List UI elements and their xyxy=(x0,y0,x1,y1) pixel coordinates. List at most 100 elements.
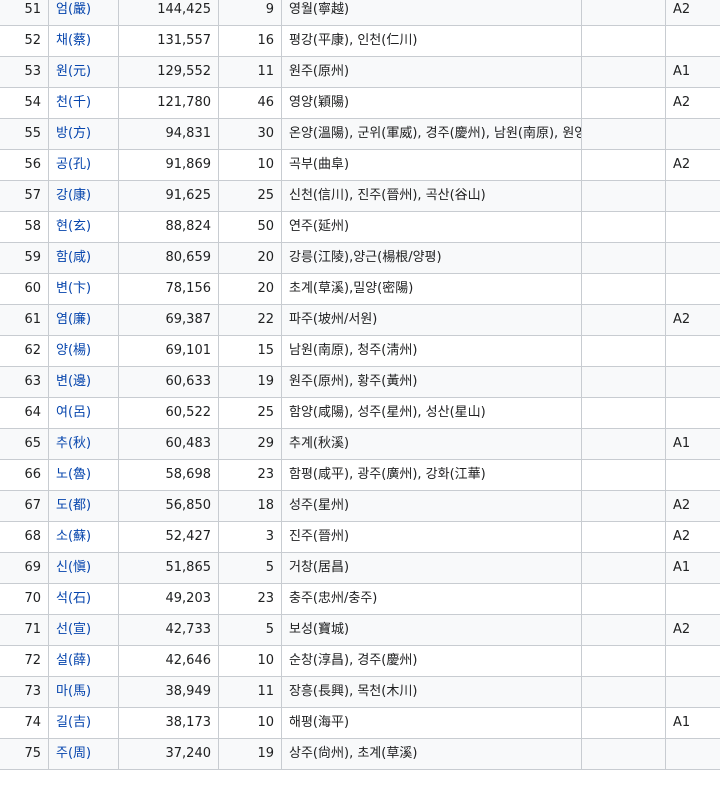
population-cell: 129,552 xyxy=(118,56,219,88)
surname-link[interactable]: 양(楊) xyxy=(56,343,91,358)
surname-link[interactable]: 함(咸) xyxy=(56,250,91,265)
surname-link[interactable]: 선(宣) xyxy=(56,622,91,637)
origin-cell: 장흥(長興), 목천(木川) xyxy=(281,676,582,708)
surname-link[interactable]: 석(石) xyxy=(56,591,91,606)
surname-cell: 원(元) xyxy=(48,56,119,88)
origin-cell: 거창(居昌) xyxy=(281,552,582,584)
surname-link[interactable]: 천(千) xyxy=(56,95,91,110)
rank-cell: 59 xyxy=(0,242,49,274)
surname-link[interactable]: 소(蘇) xyxy=(56,529,91,544)
grade-cell xyxy=(665,25,720,57)
surname-cell: 현(玄) xyxy=(48,211,119,243)
population-cell: 42,733 xyxy=(118,614,219,646)
clan-count-cell: 11 xyxy=(218,56,282,88)
table-row: 59 함(咸) 80,659 20 강릉(江陵),양근(楊根/양평) xyxy=(0,242,720,274)
surname-cell: 노(魯) xyxy=(48,459,119,491)
origin-cell: 진주(晉州) xyxy=(281,521,582,553)
rank-cell: 57 xyxy=(0,180,49,212)
population-cell: 42,646 xyxy=(118,645,219,677)
rank-cell: 60 xyxy=(0,273,49,305)
origin-cell: 연주(延州) xyxy=(281,211,582,243)
surname-link[interactable]: 설(薛) xyxy=(56,653,91,668)
surname-link[interactable]: 변(卞) xyxy=(56,281,91,296)
rank-cell: 65 xyxy=(0,428,49,460)
table-row: 56 공(孔) 91,869 10 곡부(曲阜) A2 xyxy=(0,149,720,181)
surname-link[interactable]: 신(愼) xyxy=(56,560,91,575)
clan-count-cell: 22 xyxy=(218,304,282,336)
surname-cell: 염(廉) xyxy=(48,304,119,336)
rank-cell: 70 xyxy=(0,583,49,615)
surname-cell: 변(邊) xyxy=(48,366,119,398)
table-row: 57 강(康) 91,625 25 신천(信川), 진주(晉州), 곡산(谷山) xyxy=(0,180,720,212)
origin-cell: 순창(淳昌), 경주(慶州) xyxy=(281,645,582,677)
clan-count-cell: 20 xyxy=(218,273,282,305)
surname-cell: 공(孔) xyxy=(48,149,119,181)
surname-link[interactable]: 강(康) xyxy=(56,188,91,203)
table-row: 69 신(愼) 51,865 5 거창(居昌) A1 xyxy=(0,552,720,584)
grade-cell xyxy=(665,645,720,677)
population-cell: 88,824 xyxy=(118,211,219,243)
table-row: 54 천(千) 121,780 46 영양(穎陽) A2 xyxy=(0,87,720,119)
table-row: 60 변(卞) 78,156 20 초계(草溪),밀양(密陽) xyxy=(0,273,720,305)
table-row: 74 길(吉) 38,173 10 해평(海平) A1 xyxy=(0,707,720,739)
surname-link[interactable]: 추(秋) xyxy=(56,436,91,451)
grade-cell: A2 xyxy=(665,521,720,553)
grade-cell: A2 xyxy=(665,149,720,181)
table-row: 68 소(蘇) 52,427 3 진주(晉州) A2 xyxy=(0,521,720,553)
surname-link[interactable]: 여(呂) xyxy=(56,405,91,420)
table-row: 61 염(廉) 69,387 22 파주(坡州/서원) A2 xyxy=(0,304,720,336)
surname-link[interactable]: 채(蔡) xyxy=(56,33,91,48)
grade-cell xyxy=(665,583,720,615)
clan-count-cell: 10 xyxy=(218,707,282,739)
surname-link[interactable]: 노(魯) xyxy=(56,467,91,482)
population-cell: 49,203 xyxy=(118,583,219,615)
clan-count-cell: 23 xyxy=(218,583,282,615)
rank-cell: 75 xyxy=(0,738,49,770)
grade-cell xyxy=(665,459,720,491)
surname-cell: 선(宣) xyxy=(48,614,119,646)
empty-cell xyxy=(581,25,666,57)
origin-cell: 원주(原州), 황주(黃州) xyxy=(281,366,582,398)
surname-cell: 추(秋) xyxy=(48,428,119,460)
empty-cell xyxy=(581,645,666,677)
surname-link[interactable]: 도(都) xyxy=(56,498,91,513)
empty-cell xyxy=(581,521,666,553)
grade-cell: A1 xyxy=(665,56,720,88)
rank-cell: 51 xyxy=(0,0,49,26)
clan-count-cell: 5 xyxy=(218,614,282,646)
population-cell: 69,387 xyxy=(118,304,219,336)
empty-cell xyxy=(581,118,666,150)
table-row: 58 현(玄) 88,824 50 연주(延州) xyxy=(0,211,720,243)
origin-cell: 평강(平康), 인천(仁川) xyxy=(281,25,582,57)
grade-cell xyxy=(665,366,720,398)
surname-link[interactable]: 원(元) xyxy=(56,64,91,79)
grade-cell xyxy=(665,180,720,212)
empty-cell xyxy=(581,676,666,708)
surname-link[interactable]: 염(廉) xyxy=(56,312,91,327)
rank-cell: 72 xyxy=(0,645,49,677)
surname-cell: 엄(嚴) xyxy=(48,0,119,26)
grade-cell xyxy=(665,738,720,770)
surname-link[interactable]: 엄(嚴) xyxy=(56,2,91,17)
surname-link[interactable]: 변(邊) xyxy=(56,374,91,389)
rank-cell: 55 xyxy=(0,118,49,150)
grade-cell xyxy=(665,273,720,305)
empty-cell xyxy=(581,583,666,615)
surname-link[interactable]: 길(吉) xyxy=(56,715,91,730)
surname-link[interactable]: 현(玄) xyxy=(56,219,91,234)
surname-link[interactable]: 마(馬) xyxy=(56,684,91,699)
grade-cell: A1 xyxy=(665,707,720,739)
empty-cell xyxy=(581,242,666,274)
population-cell: 37,240 xyxy=(118,738,219,770)
clan-count-cell: 29 xyxy=(218,428,282,460)
surname-link[interactable]: 공(孔) xyxy=(56,157,91,172)
surname-cell: 길(吉) xyxy=(48,707,119,739)
surname-link[interactable]: 주(周) xyxy=(56,746,91,761)
surname-link[interactable]: 방(方) xyxy=(56,126,91,141)
origin-cell: 함양(咸陽), 성주(星州), 성산(星山) xyxy=(281,397,582,429)
grade-cell xyxy=(665,335,720,367)
table-row: 70 석(石) 49,203 23 충주(忠州/충주) xyxy=(0,583,720,615)
rank-cell: 61 xyxy=(0,304,49,336)
empty-cell xyxy=(581,738,666,770)
population-cell: 51,865 xyxy=(118,552,219,584)
